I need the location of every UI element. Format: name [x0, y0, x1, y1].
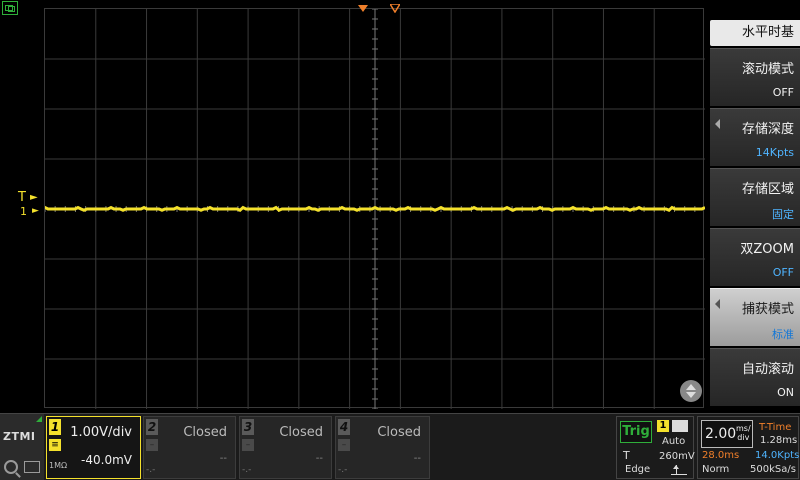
channel-impedance: 1MΩ	[49, 461, 68, 470]
channel-number: 2	[146, 419, 158, 435]
channel-offset: --	[315, 453, 323, 464]
trigger-level: 260mV	[659, 451, 695, 462]
trigger-type-short: T	[623, 449, 630, 462]
channel-3-panel[interactable]: 3 – Closed -- -.-	[239, 416, 332, 479]
trigger-level-arrow-icon[interactable]: ►	[30, 192, 38, 203]
channel-state-icon: –	[338, 439, 350, 451]
menu-item-capture-mode[interactable]: 捕获模式 标准	[710, 288, 800, 346]
submenu-arrow-icon	[715, 299, 720, 309]
graticule	[45, 9, 705, 409]
status-bar: ZTMI 1 ≡ 1.00V/div -40.0mV 1MΩ 2 – Close…	[0, 413, 800, 480]
timebase-value: 2.00	[705, 426, 737, 442]
search-icon[interactable]	[4, 460, 18, 474]
timebase-unit-bottom: div	[737, 433, 750, 442]
timebase-unit-top: ms/	[736, 424, 751, 433]
menu-item-value: 14Kpts	[755, 146, 794, 159]
menu-item-label: 存储区域	[741, 182, 794, 197]
screenshot-icon[interactable]	[24, 461, 40, 473]
menu-item-label: 捕获模式	[741, 302, 794, 317]
menu-item-value: 固定	[772, 208, 794, 221]
timebase-box[interactable]: 2.00 ms/div	[701, 420, 753, 448]
menu-item-label: 自动滚动	[741, 362, 794, 377]
channel-offset: -40.0mV	[81, 453, 132, 467]
menu-item-auto-scroll[interactable]: 自动滚动 ON	[710, 348, 800, 406]
corner-arrow-icon	[36, 416, 42, 422]
menu-item-label: 双ZOOM	[740, 242, 794, 257]
trigger-position-marker[interactable]	[358, 5, 368, 12]
channel-scale: 1.00V/div	[70, 425, 132, 440]
channel-status: Closed	[183, 425, 227, 440]
channel-status: Closed	[279, 425, 323, 440]
ch1-reference-label: 1	[20, 205, 27, 218]
channel-coupling-icon: ≡	[49, 439, 61, 451]
trigger-mode: Auto	[662, 436, 686, 447]
menu-item-roll-mode[interactable]: 滚动模式 OFF	[710, 48, 800, 106]
submenu-arrow-icon	[715, 119, 720, 129]
channel-4-panel[interactable]: 4 – Closed -- -.-	[335, 416, 430, 479]
trigger-coupling-icon	[672, 420, 688, 432]
channel-offset: --	[219, 453, 227, 464]
channel-1-panel[interactable]: 1 ≡ 1.00V/div -40.0mV 1MΩ	[46, 416, 141, 479]
logo-area: ZTMI	[0, 414, 44, 480]
channel-2-panel[interactable]: 2 – Closed -- -.-	[143, 416, 236, 479]
menu-item-value: ON	[777, 386, 794, 399]
channel-number: 3	[242, 419, 254, 435]
time-delay: 28.0ms	[702, 450, 740, 461]
menu-title: 水平时基	[710, 20, 800, 46]
menu-item-memory-depth[interactable]: 存储深度 14Kpts	[710, 108, 800, 166]
menu-item-label: 滚动模式	[741, 62, 794, 77]
trigger-type: Edge	[625, 464, 651, 475]
channel-placeholder: -.-	[338, 465, 348, 475]
horizontal-menu: 水平时基 滚动模式 OFF 存储深度 14Kpts 存储区域 固定 双ZOOM …	[710, 20, 800, 408]
menu-item-label: 存储深度	[741, 122, 794, 137]
display-mode-icon[interactable]	[2, 1, 18, 15]
rising-edge-icon	[671, 465, 687, 475]
memory-depth: 14.0Kpts	[755, 450, 800, 461]
channel-offset: --	[413, 453, 421, 464]
channel-state-icon: –	[242, 439, 254, 451]
menu-item-value: OFF	[772, 86, 794, 99]
time-delay-marker-icon[interactable]	[390, 4, 400, 13]
trigger-source: 1	[657, 420, 669, 432]
trigger-level-label: T	[18, 190, 26, 205]
menu-item-dual-zoom[interactable]: 双ZOOM OFF	[710, 228, 800, 286]
menu-item-value: 标准	[772, 328, 794, 341]
acquisition-mode: Norm	[702, 464, 730, 475]
channel-placeholder: -.-	[242, 465, 252, 475]
t-time-value: 1.28ms	[760, 435, 798, 446]
ch1-reference-arrow-icon[interactable]: ►	[32, 206, 39, 216]
channel-number: 4	[338, 419, 350, 435]
logo: ZTMI	[3, 430, 36, 443]
trigger-panel[interactable]: Trig 1 Auto T 260mV Edge	[616, 416, 695, 479]
channel-state-icon: –	[146, 439, 158, 451]
timebase-unit: ms/div	[736, 424, 751, 442]
trigger-label: Trig	[620, 421, 652, 443]
menu-item-value: OFF	[772, 266, 794, 279]
channel-number: 1	[49, 419, 61, 435]
waveform-display[interactable]	[44, 8, 705, 409]
channel-placeholder: -.-	[146, 465, 156, 475]
sample-rate: 500kSa/s	[750, 464, 796, 475]
channel-status: Closed	[377, 425, 421, 440]
timebase-panel[interactable]: 2.00 ms/div T-Time 1.28ms 28.0ms 14.0Kpt…	[697, 416, 799, 479]
t-time-label: T-Time	[759, 422, 792, 433]
menu-item-memory-region[interactable]: 存储区域 固定	[710, 168, 800, 226]
menu-scroll-icon[interactable]	[680, 380, 702, 402]
